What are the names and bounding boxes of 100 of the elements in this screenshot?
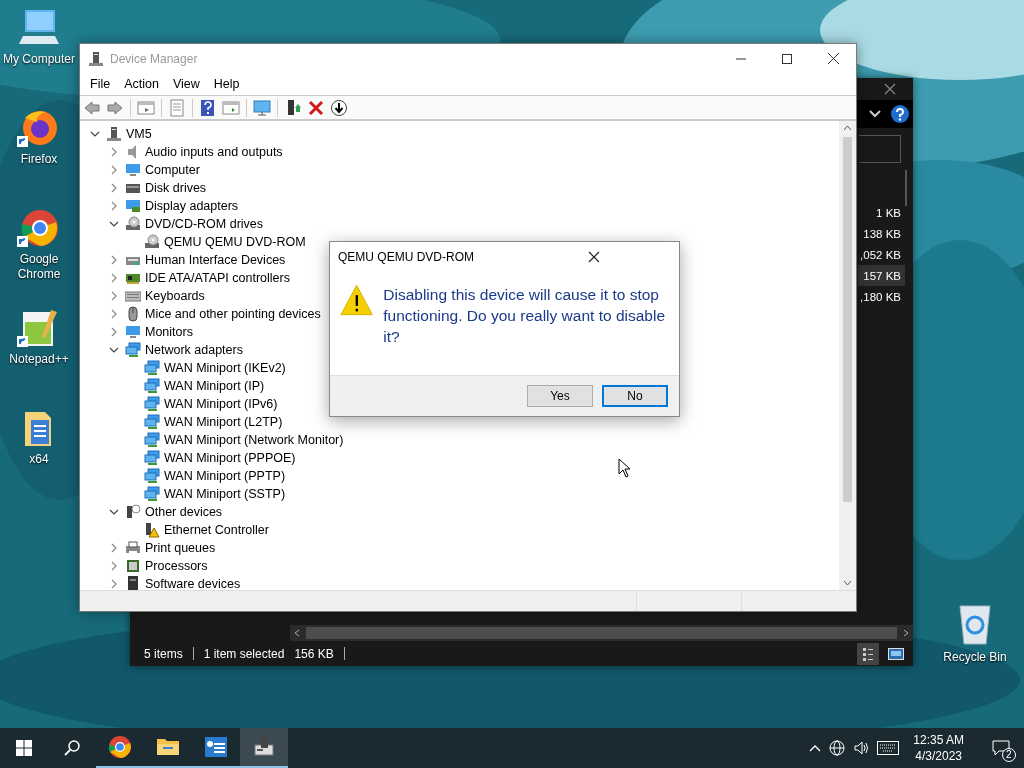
notification-count: 2 — [1002, 748, 1016, 762]
printer-icon — [125, 540, 141, 556]
mouse-icon — [125, 306, 141, 322]
file-size: 157 KB — [863, 269, 901, 282]
cursor-icon — [618, 458, 632, 478]
menu-item[interactable]: View — [165, 77, 207, 91]
taskbar-app[interactable] — [240, 728, 288, 768]
tree-item[interactable]: WAN Miniport (Network Monitor) — [164, 433, 344, 447]
tree-item[interactable]: Disk drives — [145, 181, 207, 195]
tree-item[interactable]: Other devices — [145, 505, 223, 519]
search-field[interactable] — [859, 135, 901, 163]
list-icon — [863, 646, 873, 661]
tree-item[interactable]: QEMU QEMU DVD-ROM — [164, 235, 306, 249]
scan-button[interactable] — [252, 97, 272, 118]
tree-item[interactable]: Software devices — [145, 577, 241, 590]
dialog-button[interactable]: Yes — [527, 385, 593, 407]
tree-item[interactable]: Keyboards — [145, 289, 205, 303]
tree-item[interactable]: WAN Miniport (PPPOE) — [164, 451, 296, 465]
tree-item[interactable]: DVD/CD-ROM drives — [145, 217, 264, 231]
icon-label[interactable]: Google Chrome — [2, 252, 76, 282]
scroll-left-icon[interactable] — [294, 629, 300, 637]
forward-icon — [106, 98, 124, 117]
download-button[interactable] — [329, 97, 349, 118]
icon-label[interactable]: Firefox — [2, 152, 76, 167]
tree-item[interactable]: Processors — [145, 559, 208, 573]
window-title: Device Manager — [110, 51, 199, 66]
tree-item[interactable]: WAN Miniport (IP) — [164, 379, 265, 393]
tree-item[interactable]: Ethernet Controller — [164, 523, 269, 537]
icon-label[interactable]: Recycle Bin — [943, 650, 1007, 664]
keyboard-icon — [125, 288, 141, 304]
network-icon — [144, 396, 160, 412]
tree-item[interactable]: Mice and other pointing devices — [145, 307, 321, 321]
network-icon — [144, 360, 160, 376]
menu-item[interactable]: Help — [206, 77, 247, 91]
tree-item[interactable]: WAN Miniport (PPTP) — [164, 469, 286, 483]
windows-icon — [16, 740, 32, 756]
tree-item[interactable]: Print queues — [145, 541, 216, 555]
file-row[interactable]: 138 KB — [858, 223, 905, 244]
tree-item[interactable]: WAN Miniport (L2TP) — [164, 415, 283, 429]
tree-item[interactable]: Network adapters — [145, 343, 243, 357]
file-row[interactable]: 157 KB — [858, 265, 905, 286]
display-card-icon — [125, 198, 141, 214]
dialog-button[interactable]: No — [602, 385, 668, 407]
speaker-icon[interactable] — [853, 740, 870, 756]
scan-icon — [253, 98, 271, 117]
menu-item[interactable]: Action — [117, 77, 166, 91]
download-icon — [330, 98, 348, 117]
keyboard-icon[interactable] — [877, 741, 900, 755]
tree-item[interactable]: Computer — [145, 163, 200, 177]
clock-date: 4/3/2023 — [915, 748, 962, 764]
network-icon — [125, 342, 141, 358]
tree-item[interactable]: Monitors — [145, 325, 193, 339]
device-manager-icon — [252, 735, 276, 759]
tree-item[interactable]: Audio inputs and outputs — [145, 145, 283, 159]
back-icon — [83, 98, 101, 117]
control-panel-icon — [204, 735, 228, 759]
panel-icon — [222, 98, 240, 117]
scrollbar[interactable] — [839, 121, 856, 590]
tree-item[interactable]: IDE ATA/ATAPI controllers — [145, 271, 290, 285]
file-row[interactable]: 1 KB — [858, 202, 905, 223]
scroll-down-icon[interactable] — [843, 580, 852, 586]
menu-item[interactable]: File — [83, 77, 118, 91]
scroll-up-icon[interactable] — [843, 125, 852, 131]
file-size: 138 KB — [863, 227, 901, 240]
clock[interactable]: 12:35 AM 4/3/2023 — [907, 732, 970, 764]
tree-item[interactable]: VM5 — [126, 127, 152, 141]
icon-label[interactable]: x64 — [2, 452, 76, 467]
computer-tower-icon — [106, 126, 122, 142]
notifications-button[interactable]: 2 — [978, 728, 1024, 768]
tree-item[interactable]: WAN Miniport (IPv6) — [164, 397, 278, 411]
device-icon — [125, 576, 141, 590]
properties-icon — [168, 98, 186, 117]
computer-tower-icon — [88, 50, 104, 67]
icon-label[interactable]: My Computer — [2, 52, 76, 67]
tree-item[interactable]: Human Interface Devices — [145, 253, 286, 267]
tree-item[interactable]: Display adapters — [145, 199, 239, 213]
chevron-down-icon[interactable] — [869, 110, 881, 118]
details-view-button[interactable] — [857, 642, 879, 665]
tree-item[interactable]: WAN Miniport (SSTP) — [164, 487, 286, 501]
horizontal-scrollbar[interactable] — [290, 625, 913, 641]
help-icon[interactable] — [891, 105, 909, 123]
dialog-message: Disabling this device will cause it to stop functioning. Do you really want to disable it? — [383, 285, 666, 347]
tree-item[interactable]: WAN Miniport (IKEv2) — [164, 361, 286, 375]
delete-icon — [307, 98, 325, 117]
message-icon — [992, 740, 1010, 756]
scroll-right-icon[interactable] — [903, 629, 909, 637]
network-icon — [144, 414, 160, 430]
disc-drive-icon — [125, 216, 141, 232]
status-text: 1 item selected — [203, 646, 285, 661]
disc-drive-icon — [144, 234, 160, 250]
close-icon — [884, 83, 896, 95]
caret-up-icon[interactable] — [809, 744, 822, 752]
browser-icon — [108, 735, 132, 759]
network-icon — [144, 378, 160, 394]
status-text: 5 items — [144, 646, 183, 661]
file-size: 1 KB — [876, 206, 901, 219]
icon-label[interactable]: Notepad++ — [2, 352, 76, 367]
close-icon — [587, 251, 600, 263]
scrollbar[interactable] — [905, 170, 907, 206]
globe-icon[interactable] — [829, 740, 846, 756]
